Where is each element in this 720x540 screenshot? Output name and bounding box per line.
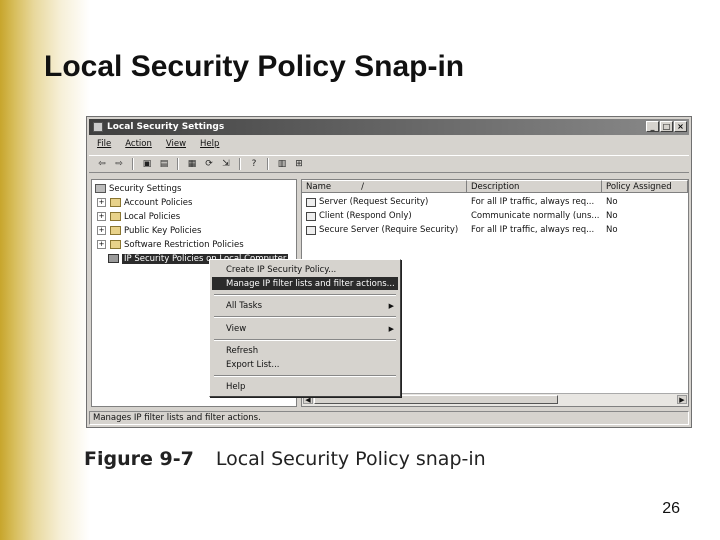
folder-icon <box>110 240 121 249</box>
toolbar-separator <box>267 158 269 170</box>
row-assigned: No <box>606 225 618 235</box>
list-row[interactable]: Client (Respond Only) Communicate normal… <box>302 209 688 223</box>
manage-filters-icon[interactable]: ⊞ <box>292 158 306 171</box>
menu-item-label: View <box>226 323 247 334</box>
mmc-app-icon <box>93 122 103 132</box>
help-icon[interactable]: ? <box>247 158 261 171</box>
minimize-button[interactable]: _ <box>646 121 659 132</box>
submenu-arrow-icon: ▶ <box>388 324 394 333</box>
menu-item-view[interactable]: View ▶ <box>212 322 398 335</box>
menu-separator <box>214 339 396 341</box>
expand-icon[interactable]: + <box>97 212 106 221</box>
menu-item-refresh[interactable]: Refresh <box>212 344 398 357</box>
folder-icon <box>110 212 121 221</box>
figure-caption: Figure 9-7 Local Security Policy snap-in <box>84 448 486 470</box>
expand-icon[interactable]: + <box>97 226 106 235</box>
tree-item-label: Local Policies <box>124 211 181 222</box>
row-description: For all IP traffic, always req... <box>471 197 595 207</box>
folder-icon <box>110 226 121 235</box>
properties-icon[interactable]: ▦ <box>185 158 199 171</box>
list-row[interactable]: Server (Request Security) For all IP tra… <box>302 195 688 209</box>
menu-item-manage-ip-filter-lists[interactable]: Manage IP filter lists and filter action… <box>212 277 398 290</box>
column-header-name[interactable]: Name / <box>302 180 467 193</box>
ip-security-icon <box>108 254 119 263</box>
tree-item-local-policies[interactable]: + Local Policies <box>97 210 180 223</box>
refresh-icon[interactable]: ⟳ <box>202 158 216 171</box>
row-description: For all IP traffic, always req... <box>471 225 595 235</box>
window-controls: _ □ × <box>646 121 687 132</box>
maximize-button[interactable]: □ <box>660 121 673 132</box>
column-header-description[interactable]: Description <box>467 180 602 193</box>
add-policy-icon[interactable]: ▥ <box>275 158 289 171</box>
back-arrow-icon[interactable]: ⇦ <box>95 158 109 171</box>
tree-item-public-key-policies[interactable]: + Public Key Policies <box>97 224 201 237</box>
menu-item-create-ip-security-policy[interactable]: Create IP Security Policy... <box>212 263 398 276</box>
submenu-arrow-icon: ▶ <box>388 301 394 310</box>
tree-item-software-restriction-policies[interactable]: + Software Restriction Policies <box>97 238 244 251</box>
row-name: Client (Respond Only) <box>319 211 412 221</box>
status-bar: Manages IP filter lists and filter actio… <box>89 411 689 425</box>
tree-item-label: Public Key Policies <box>124 225 202 236</box>
list-row[interactable]: Secure Server (Require Security) For all… <box>302 223 688 237</box>
menu-item-help[interactable]: Help <box>212 380 398 393</box>
expand-icon[interactable]: + <box>97 198 106 207</box>
figure-caption-text: Local Security Policy snap-in <box>215 448 486 470</box>
context-menu: Create IP Security Policy... Manage IP f… <box>209 259 401 397</box>
policy-icon <box>306 225 316 235</box>
tree-item-account-policies[interactable]: + Account Policies <box>97 196 192 209</box>
policy-icon <box>306 211 316 221</box>
security-settings-icon <box>95 184 106 193</box>
sort-indicator: / <box>361 181 364 192</box>
toolbar: ⇦ ⇨ ▣ ▤ ▦ ⟳ ⇲ ? ▥ ⊞ <box>89 155 689 173</box>
menu-item-export-list[interactable]: Export List... <box>212 358 398 371</box>
policy-icon <box>306 197 316 207</box>
column-headers: Name / Description Policy Assigned <box>302 180 688 193</box>
menu-separator <box>214 375 396 377</box>
folder-icon <box>110 198 121 207</box>
tree-item-label: Security Settings <box>109 183 182 194</box>
slide-title: Local Security Policy Snap-in <box>44 50 465 83</box>
page-number: 26 <box>662 500 680 517</box>
menu-item-label: All Tasks <box>226 300 263 311</box>
toolbar-separator <box>239 158 241 170</box>
row-assigned: No <box>606 197 618 207</box>
row-name: Server (Request Security) <box>319 197 429 207</box>
up-folder-icon[interactable]: ▣ <box>140 158 154 171</box>
toolbar-separator <box>132 158 134 170</box>
menu-separator <box>214 294 396 296</box>
scroll-right-icon[interactable]: ▶ <box>677 395 687 404</box>
row-assigned: No <box>606 211 618 221</box>
menu-action[interactable]: Action <box>125 139 152 153</box>
column-header-label: Name <box>306 181 332 192</box>
column-header-policy-assigned[interactable]: Policy Assigned <box>602 180 688 193</box>
menu-item-all-tasks[interactable]: All Tasks ▶ <box>212 299 398 312</box>
export-list-icon[interactable]: ⇲ <box>219 158 233 171</box>
menu-file[interactable]: File <box>97 139 111 153</box>
tree-item-label: Account Policies <box>124 197 193 208</box>
forward-arrow-icon[interactable]: ⇨ <box>112 158 126 171</box>
tree-item-label: Software Restriction Policies <box>124 239 244 250</box>
menu-view[interactable]: View <box>166 139 186 153</box>
menu-bar: File Action View Help <box>89 139 219 153</box>
window-title: Local Security Settings <box>107 122 225 132</box>
row-description: Communicate normally (uns... <box>471 211 600 221</box>
figure-label: Figure 9-7 <box>84 448 194 470</box>
toolbar-separator <box>177 158 179 170</box>
window-titlebar[interactable]: Local Security Settings _ □ × <box>89 119 689 135</box>
expand-icon[interactable]: + <box>97 240 106 249</box>
show-tree-icon[interactable]: ▤ <box>157 158 171 171</box>
menu-help[interactable]: Help <box>200 139 219 153</box>
tree-root-security-settings[interactable]: Security Settings <box>95 182 181 195</box>
menu-separator <box>214 316 396 318</box>
screenshot-figure: Local Security Settings _ □ × File Actio… <box>84 114 694 430</box>
row-name: Secure Server (Require Security) <box>319 225 459 235</box>
local-security-settings-window: Local Security Settings _ □ × File Actio… <box>86 116 692 428</box>
close-button[interactable]: × <box>674 121 687 132</box>
